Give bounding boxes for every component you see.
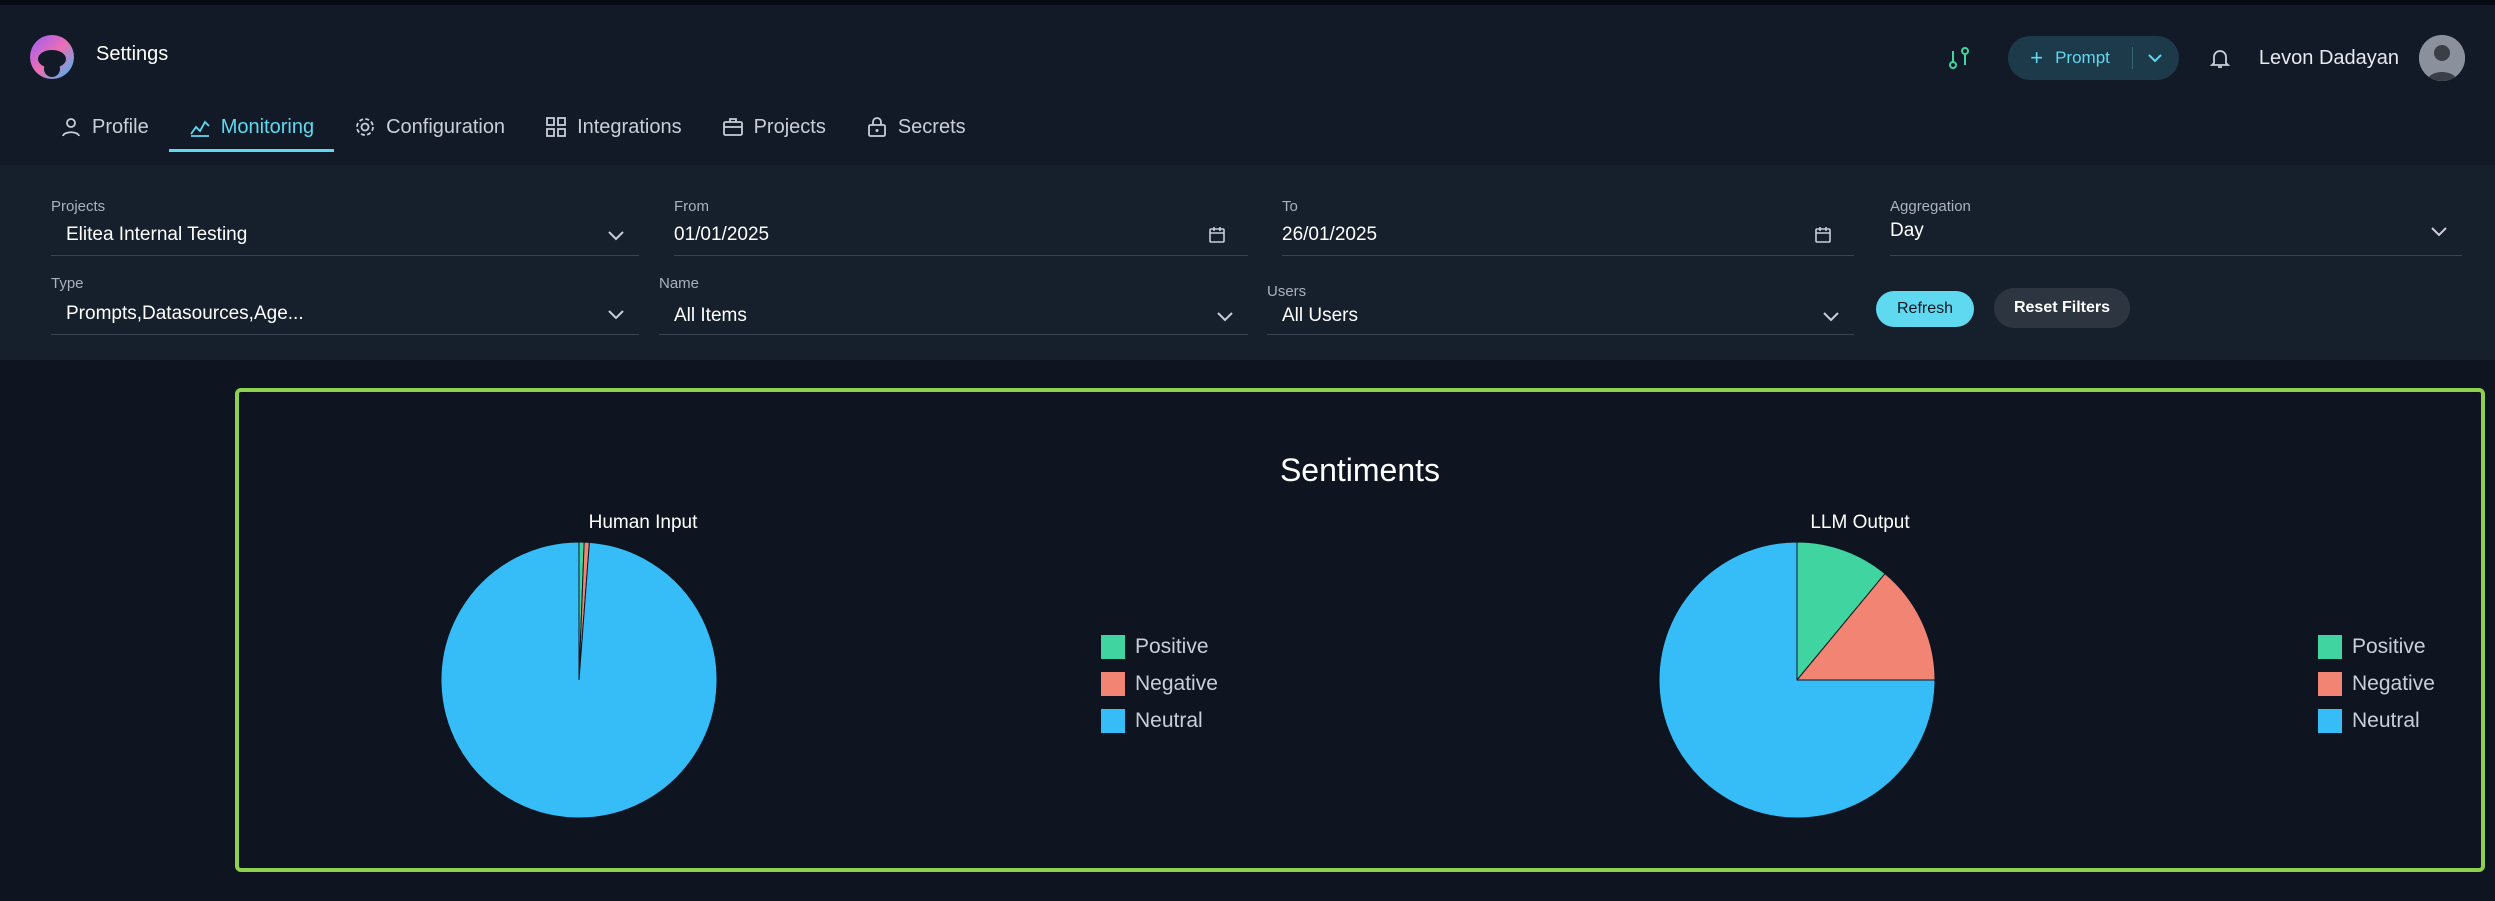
filter-bar: Projects Elitea Internal Testing From 01… (0, 165, 2495, 360)
pie-human-input (440, 541, 718, 819)
chevron-down-icon (608, 310, 624, 320)
chevron-down-icon[interactable] (2147, 53, 2163, 63)
tab-projects[interactable]: Projects (702, 105, 846, 149)
legend-item-positive[interactable]: Positive (2318, 628, 2435, 665)
legend-human-input: Positive Negative Neutral (1101, 628, 1218, 739)
name-select[interactable]: Name All Items (659, 275, 1248, 335)
tab-integrations[interactable]: Integrations (525, 105, 702, 149)
legend-label: Neutral (1135, 708, 1203, 732)
chevron-down-icon (1823, 312, 1839, 322)
users-label: Users (1267, 283, 1307, 300)
create-prompt-button[interactable]: + Prompt (2008, 36, 2179, 80)
legend-swatch-neutral (1101, 708, 1125, 733)
header-actions: + Prompt Levon Dadayan (1946, 32, 2465, 84)
name-value: All Items (674, 305, 747, 326)
field-underline (51, 334, 639, 335)
users-value: All Users (1282, 305, 1359, 326)
monitoring-icon (189, 120, 210, 137)
users-select[interactable]: Users All Users (1267, 283, 1854, 335)
field-underline (659, 334, 1248, 335)
bell-icon[interactable] (2209, 47, 2231, 69)
projects-value: Elitea Internal Testing (66, 224, 248, 245)
user-name[interactable]: Levon Dadayan (2259, 47, 2399, 70)
legend-item-negative[interactable]: Negative (2318, 665, 2435, 702)
legend-item-negative[interactable]: Negative (1101, 665, 1218, 702)
pie-title-llm-output: LLM Output (1810, 512, 1910, 533)
field-underline (1267, 334, 1854, 335)
tab-label: Configuration (386, 115, 506, 138)
refresh-button[interactable]: Refresh (1876, 291, 1974, 327)
briefcase-icon (722, 118, 743, 136)
tab-monitoring[interactable]: Monitoring (168, 105, 335, 152)
app-title: Settings (96, 43, 169, 65)
from-date-field[interactable]: From 01/01/2025 (674, 198, 1248, 256)
tab-label: Integrations (577, 115, 682, 138)
legend-item-positive[interactable]: Positive (1101, 628, 1218, 665)
legend-item-neutral[interactable]: Neutral (1101, 702, 1218, 739)
tab-profile[interactable]: Profile (40, 105, 169, 149)
to-value: 26/01/2025 (1282, 224, 1378, 245)
name-label: Name (659, 275, 700, 292)
tab-label: Secrets (897, 115, 966, 138)
field-underline (1890, 255, 2462, 256)
aggregation-label: Aggregation (1890, 198, 1971, 215)
calendar-icon[interactable] (1814, 226, 1832, 244)
gear-icon (356, 118, 374, 136)
calendar-icon[interactable] (1208, 226, 1226, 244)
prompt-button-label: Prompt (2055, 48, 2110, 67)
legend-llm-output: Positive Negative Neutral (2318, 628, 2435, 739)
field-underline (674, 255, 1248, 256)
legend-label: Positive (1135, 634, 1209, 658)
grid-icon (546, 117, 566, 137)
button-divider (2131, 47, 2133, 69)
projects-label: Projects (51, 198, 106, 215)
tab-label: Profile (92, 115, 149, 138)
pie-slice-neutral[interactable] (440, 541, 718, 819)
lock-icon (867, 117, 886, 137)
app-logo[interactable] (28, 33, 76, 81)
legend-label: Negative (1135, 671, 1218, 695)
chart-title: Sentiments (1279, 452, 1441, 488)
legend-swatch-positive (2318, 634, 2342, 659)
sentiments-panel: Sentiments Human Input Positive Negative… (235, 388, 2485, 872)
aggregation-select[interactable]: Aggregation Day (1890, 198, 2462, 256)
user-icon (62, 118, 80, 137)
avatar[interactable] (2419, 35, 2465, 81)
type-value: Prompts,Datasources,Age... (66, 303, 304, 324)
field-underline (1282, 255, 1854, 256)
tab-secrets[interactable]: Secrets (846, 105, 986, 149)
tab-label: Projects (753, 115, 826, 138)
legend-label: Positive (2352, 634, 2426, 658)
chevron-down-icon (2431, 227, 2447, 237)
app-header: Settings Profile Monitoring Configuratio… (0, 5, 2495, 165)
chevron-down-icon (1217, 312, 1233, 322)
legend-swatch-negative (1101, 671, 1125, 696)
legend-label: Negative (2352, 671, 2435, 695)
type-select[interactable]: Type Prompts,Datasources,Age... (51, 275, 639, 335)
chevron-down-icon (608, 231, 624, 241)
from-value: 01/01/2025 (674, 224, 770, 245)
pie-title-human-input: Human Input (588, 512, 698, 533)
tab-label: Monitoring (220, 115, 315, 138)
legend-swatch-neutral (2318, 708, 2342, 733)
plus-icon: + (2030, 45, 2044, 70)
legend-label: Neutral (2352, 708, 2420, 732)
type-label: Type (51, 275, 84, 292)
to-label: To (1282, 198, 1298, 215)
to-date-field[interactable]: To 26/01/2025 (1282, 198, 1854, 256)
pie-llm-output (1658, 541, 1936, 819)
avatar-image (2419, 35, 2465, 81)
aggregation-value: Day (1890, 220, 1924, 241)
projects-select[interactable]: Projects Elitea Internal Testing (51, 198, 639, 256)
legend-swatch-negative (2318, 671, 2342, 696)
legend-item-neutral[interactable]: Neutral (2318, 702, 2435, 739)
route-icon[interactable] (1946, 45, 1972, 71)
field-underline (51, 255, 639, 256)
reset-filters-button[interactable]: Reset Filters (1994, 288, 2130, 328)
from-label: From (674, 198, 709, 215)
settings-tabs: Profile Monitoring Configuration Integra… (40, 105, 986, 152)
tab-configuration[interactable]: Configuration (334, 105, 525, 149)
legend-swatch-positive (1101, 634, 1125, 659)
